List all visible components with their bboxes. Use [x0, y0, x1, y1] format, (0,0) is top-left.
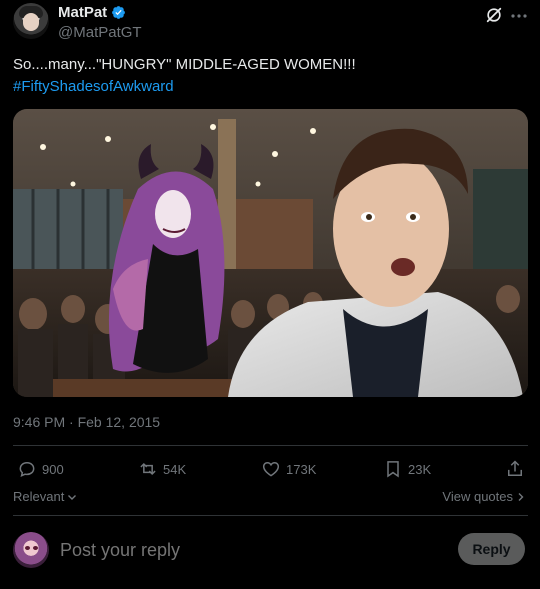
- current-user-avatar[interactable]: [13, 532, 49, 568]
- reply-action[interactable]: 900: [17, 458, 64, 480]
- divider-top: [13, 445, 528, 446]
- author-display-name[interactable]: MatPat: [58, 4, 107, 21]
- tweet-body: So....many..."HUNGRY" MIDDLE-AGED WOMEN!…: [13, 56, 356, 73]
- sort-label: Relevant: [13, 489, 65, 504]
- verified-badge-icon: [112, 6, 126, 19]
- grok-icon[interactable]: [485, 6, 503, 24]
- reply-input[interactable]: [58, 537, 442, 563]
- sort-dropdown[interactable]: Relevant: [13, 489, 78, 504]
- repost-count: 54K: [163, 461, 187, 477]
- repost-action[interactable]: 54K: [138, 458, 186, 480]
- like-action[interactable]: 173K: [261, 458, 316, 480]
- share-action[interactable]: [505, 458, 525, 480]
- author-name-row[interactable]: MatPat: [58, 4, 126, 21]
- like-count: 173K: [286, 461, 317, 477]
- bookmark-icon: [387, 461, 399, 478]
- bookmark-count: 23K: [408, 461, 432, 477]
- more-icon[interactable]: [509, 6, 529, 26]
- view-quotes-label: View quotes: [442, 489, 513, 504]
- bookmark-action[interactable]: 23K: [383, 458, 431, 480]
- repost-icon: [140, 462, 156, 476]
- photo-illustration: [13, 109, 528, 397]
- share-icon: [508, 460, 522, 476]
- reply-count: 900: [42, 461, 64, 477]
- reply-button[interactable]: Reply: [458, 533, 525, 565]
- avatar-eye-left: [25, 546, 30, 550]
- tweet-timestamp[interactable]: 9:46 PM · Feb 12, 2015: [13, 414, 160, 430]
- author-avatar[interactable]: [13, 3, 49, 39]
- tweet-photo[interactable]: [13, 109, 528, 397]
- avatar-eye-right: [33, 546, 38, 550]
- tweet: MatPat @MatPatGT So....many..."HUNGRY" M…: [0, 0, 540, 589]
- view-quotes-link[interactable]: View quotes: [442, 489, 526, 504]
- heart-icon: [262, 461, 280, 477]
- avatar-face: [23, 13, 39, 31]
- action-bar: 900 54K 173K 23K: [13, 458, 528, 480]
- reply-icon: [19, 462, 35, 477]
- hashtag-link[interactable]: #FiftyShadesofAwkward: [13, 76, 528, 98]
- tweet-text: So....many..."HUNGRY" MIDDLE-AGED WOMEN!…: [13, 54, 528, 98]
- chevron-right-icon: [518, 492, 524, 501]
- divider-bottom: [13, 515, 528, 516]
- reply-sort-row: Relevant View quotes: [13, 489, 528, 507]
- chevron-down-icon: [68, 494, 77, 500]
- author-handle[interactable]: @MatPatGT: [58, 24, 142, 41]
